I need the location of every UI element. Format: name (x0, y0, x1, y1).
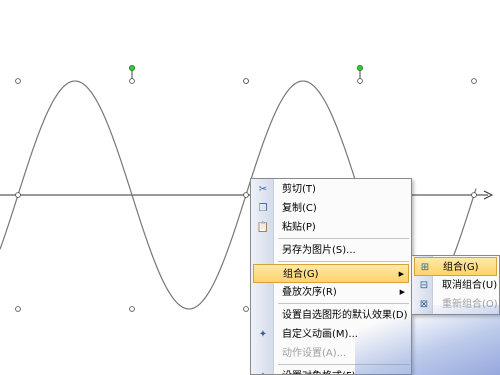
menu-separator (278, 303, 409, 304)
resize-handle (243, 192, 249, 198)
selection-handles-left[interactable] (15, 65, 249, 312)
resize-handle (243, 306, 249, 312)
ungroup-icon: ⊟ (419, 280, 429, 291)
menu-item-label: 另存为图片(S)... (282, 245, 356, 256)
menu-item-label: 叠放次序(R) (282, 287, 337, 298)
menu-item-label: 取消组合(U) (442, 280, 498, 291)
resize-handle (15, 306, 21, 312)
menu-item-label: 组合(G) (443, 262, 479, 273)
group-submenu[interactable]: ⊞ 组合(G) ⊟ 取消组合(U) ⊠ 重新组合(O) (411, 255, 500, 315)
menu-separator (278, 238, 409, 239)
menu-item[interactable]: ◈ 设置对象格式(F)... (253, 367, 409, 374)
menu-item[interactable]: 设置自选图形的默认效果(D) (253, 306, 409, 325)
resize-handle (15, 78, 21, 84)
menu-item[interactable]: ⊞ 组合(G) (414, 257, 497, 276)
menu-item[interactable]: ❐ 复制(C) (253, 199, 409, 218)
submenu-arrow-icon: ▶ (399, 288, 405, 296)
group-icon: ⊞ (420, 262, 430, 273)
menu-item-label: 自定义动画(M)... (282, 329, 358, 340)
resize-handle (243, 78, 249, 84)
rotate-handle (128, 65, 135, 72)
menu-item[interactable]: ✂ 剪切(T) (253, 180, 409, 199)
regroup-icon: ⊠ (419, 299, 429, 310)
menu-item[interactable]: 动作设置(A)... (253, 344, 409, 363)
menu-item-label: 设置自选图形的默认效果(D) (282, 310, 408, 321)
context-menu[interactable]: ✂ 剪切(T) ❐ 复制(C) 📋 粘贴(P) 另存为图片(S)... 组合(G) ▶ 叠放次序(… (250, 178, 412, 375)
menu-item-label: 重新组合(O) (442, 299, 498, 310)
submenu-arrow-icon: ▶ (398, 270, 404, 278)
resize-handle (357, 78, 363, 84)
format-object-icon: ◈ (256, 370, 270, 374)
menu-item[interactable]: 📋 粘贴(P) (253, 218, 409, 237)
resize-handle (471, 192, 477, 198)
menu-item-label: 设置对象格式(F)... (282, 367, 365, 374)
copy-icon: ❐ (258, 203, 268, 214)
resize-handle (15, 192, 21, 198)
menu-item[interactable]: ⊟ 取消组合(U) (414, 276, 497, 295)
menu-item-label: 复制(C) (282, 203, 317, 214)
menu-separator (278, 261, 409, 262)
menu-separator (278, 364, 409, 365)
resize-handle (129, 78, 135, 84)
menu-item[interactable]: ✦ 自定义动画(M)... (253, 325, 409, 344)
menu-item[interactable]: 另存为图片(S)... (253, 241, 409, 260)
menu-item[interactable]: ⊠ 重新组合(O) (414, 295, 498, 314)
menu-item-label: 粘贴(P) (282, 222, 316, 233)
menu-item-label: 剪切(T) (282, 184, 316, 195)
menu-item[interactable]: 叠放次序(R) ▶ (253, 283, 409, 302)
animation-icon: ✦ (258, 329, 268, 340)
rotate-handle (356, 65, 363, 72)
menu-item-label: 组合(G) (283, 269, 319, 280)
menu-item[interactable]: 组合(G) ▶ (253, 264, 409, 283)
paste-icon: 📋 (256, 222, 270, 233)
resize-handle (129, 306, 135, 312)
resize-handle (471, 78, 477, 84)
scissors-icon: ✂ (258, 184, 268, 195)
menu-item-label: 动作设置(A)... (282, 348, 347, 359)
